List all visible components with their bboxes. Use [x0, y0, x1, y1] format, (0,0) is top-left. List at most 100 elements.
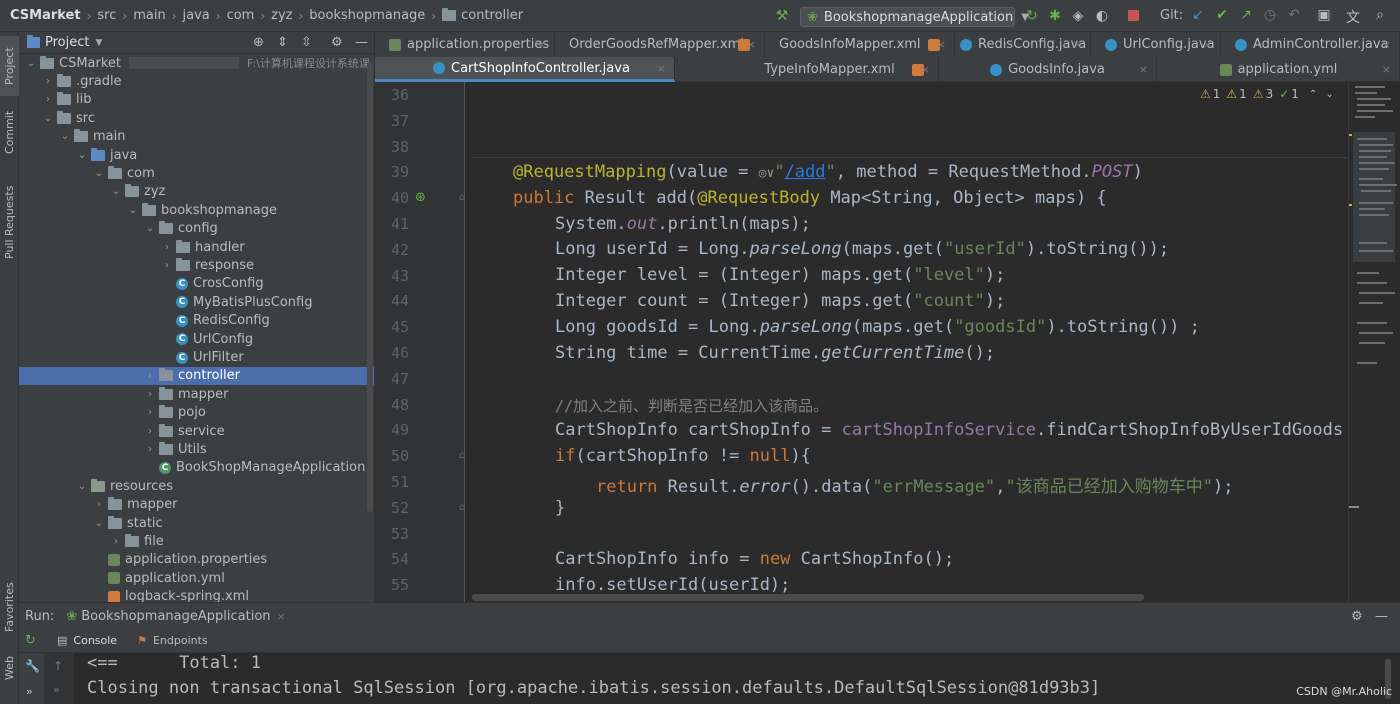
tree-item[interactable]: › lib: [19, 91, 374, 109]
inspection-widget[interactable]: ⚠ 1 ⚠ 1 ⚠ 3 ✓ 1 ⌃ ⌄: [1200, 86, 1348, 102]
breadcrumb-item[interactable]: zyz: [271, 8, 292, 23]
tree-item[interactable]: ⌄ config: [19, 220, 374, 238]
gear-icon[interactable]: ⚙: [1351, 609, 1363, 624]
minimize-icon[interactable]: —: [355, 35, 368, 50]
breadcrumb-current[interactable]: controller: [461, 8, 523, 23]
hammer-icon[interactable]: ⚒: [772, 8, 792, 24]
coverage-icon[interactable]: ◈: [1068, 8, 1088, 24]
chevron-down-icon[interactable]: ▼: [95, 38, 102, 48]
editor-tab[interactable]: GoodsInfo.java ×: [939, 57, 1157, 82]
tree-item[interactable]: › mapper: [19, 496, 374, 514]
tree-item[interactable]: application.properties: [19, 551, 374, 569]
tree-scrollbar[interactable]: [367, 62, 373, 512]
chevron-down-icon[interactable]: ⌄: [59, 131, 71, 142]
git-commit-icon[interactable]: ✔: [1212, 7, 1232, 23]
tab-endpoints[interactable]: Endpoints: [153, 634, 208, 647]
close-icon[interactable]: ×: [747, 38, 756, 51]
tool-tab-commit[interactable]: Commit: [0, 102, 19, 162]
tree-item[interactable]: C UrlFilter: [19, 348, 374, 366]
spring-endpoint-icon[interactable]: ⊛: [415, 190, 426, 205]
code-minimap[interactable]: [1348, 82, 1400, 602]
chevron-right-icon[interactable]: ›: [110, 536, 122, 547]
chevron-down-icon[interactable]: ⌄: [110, 186, 122, 197]
chevron-down-icon[interactable]: ⌄: [42, 113, 54, 124]
close-icon[interactable]: ×: [1382, 38, 1391, 51]
history-icon[interactable]: ◷: [1260, 7, 1280, 23]
breadcrumb-item[interactable]: bookshopmanage: [309, 8, 425, 23]
project-structure-icon[interactable]: ▣: [1314, 7, 1334, 23]
chevron-right-icon[interactable]: ›: [161, 260, 173, 271]
wrench-icon[interactable]: 🔧: [25, 659, 40, 673]
tree-item[interactable]: › .gradle: [19, 72, 374, 90]
chevron-down-icon[interactable]: ⌄: [93, 518, 105, 529]
tree-item[interactable]: C MyBatisPlusConfig: [19, 293, 374, 311]
git-update-icon[interactable]: ↙: [1188, 7, 1208, 23]
close-icon[interactable]: ×: [1139, 63, 1148, 76]
tree-item[interactable]: C CrosConfig: [19, 275, 374, 293]
tree-item[interactable]: ⌄ main: [19, 128, 374, 146]
tree-item[interactable]: logback-spring.xml: [19, 588, 374, 602]
run-config-tab[interactable]: BookshopmanageApplication: [81, 609, 270, 624]
chevron-right-icon[interactable]: ›: [144, 370, 156, 381]
rollback-icon[interactable]: ↶: [1284, 7, 1304, 23]
tree-item[interactable]: ⌄ src: [19, 109, 374, 127]
chevron-down-icon[interactable]: ⌄: [76, 150, 88, 161]
more-icon[interactable]: »: [53, 683, 60, 696]
tree-item[interactable]: › mapper: [19, 385, 374, 403]
chevron-down-icon[interactable]: ⌄: [93, 168, 105, 179]
close-icon[interactable]: ×: [937, 38, 946, 51]
more-icon[interactable]: »: [26, 685, 33, 698]
debug-icon[interactable]: ✱: [1045, 8, 1065, 24]
chevron-right-icon[interactable]: ›: [144, 389, 156, 400]
tree-item[interactable]: ⌄ resources: [19, 477, 374, 495]
tree-item[interactable]: › controller: [19, 366, 374, 386]
collapse-all-icon[interactable]: ⇳: [301, 35, 312, 50]
editor-tab[interactable]: application.yml ×: [1158, 57, 1400, 82]
locate-icon[interactable]: ⊕: [253, 35, 264, 50]
tree-item[interactable]: C UrlConfig: [19, 330, 374, 348]
chevron-down-icon[interactable]: ⌄: [127, 205, 139, 216]
editor-tab[interactable]: AdminController.java ×: [1221, 32, 1400, 57]
tree-item[interactable]: › handler: [19, 238, 374, 256]
git-push-icon[interactable]: ↗: [1236, 7, 1256, 23]
chevron-right-icon[interactable]: ›: [144, 407, 156, 418]
tree-item[interactable]: application.yml: [19, 569, 374, 587]
fold-icon[interactable]: ⌂: [459, 450, 465, 461]
chevron-down-icon[interactable]: ⌄: [76, 481, 88, 492]
breadcrumb-item[interactable]: com: [227, 8, 255, 23]
breadcrumb-project[interactable]: CSMarket: [10, 8, 81, 23]
run-config-select[interactable]: ❀ BookshopmanageApplication ▼: [800, 7, 1029, 27]
tab-console[interactable]: Console: [73, 634, 117, 647]
close-icon[interactable]: ×: [1073, 38, 1082, 51]
editor-tab[interactable]: RedisConfig.java ×: [946, 32, 1091, 57]
tree-item[interactable]: C RedisConfig: [19, 312, 374, 330]
close-icon[interactable]: ×: [1203, 38, 1212, 51]
chevron-right-icon[interactable]: ›: [144, 426, 156, 437]
tree-item[interactable]: › response: [19, 256, 374, 274]
editor-tab[interactable]: TypeInfoMapper.xml ×: [721, 57, 939, 82]
chevron-right-icon[interactable]: ›: [93, 499, 105, 510]
breadcrumb-item[interactable]: src: [97, 8, 116, 23]
tree-item[interactable]: ⌄ zyz: [19, 183, 374, 201]
chevron-down-icon[interactable]: ⌄: [144, 223, 156, 234]
editor-tab[interactable]: GoodsInfoMapper.xml ×: [765, 32, 955, 57]
tree-item[interactable]: › pojo: [19, 404, 374, 422]
tree-item[interactable]: C BookShopManageApplication: [19, 459, 374, 477]
project-panel-title[interactable]: Project: [45, 35, 89, 50]
gear-icon[interactable]: ⚙: [331, 35, 343, 50]
tree-item[interactable]: ⌄ CSMarket F:\计算机课程设计系统课: [19, 54, 374, 72]
search-icon[interactable]: ⌕: [1370, 7, 1390, 23]
tool-tab-favorites[interactable]: Favorites: [0, 572, 19, 642]
chevron-right-icon[interactable]: ›: [161, 242, 173, 253]
tree-item[interactable]: › service: [19, 422, 374, 440]
chevron-right-icon[interactable]: ›: [42, 76, 54, 87]
stop-icon[interactable]: [1128, 10, 1139, 21]
breadcrumb-item[interactable]: java: [183, 8, 210, 23]
arrow-up-icon[interactable]: ↑: [53, 659, 63, 673]
fold-icon[interactable]: ⌂: [459, 192, 465, 203]
close-icon[interactable]: ×: [921, 63, 930, 76]
tree-item[interactable]: ⌄ static: [19, 514, 374, 532]
expand-all-icon[interactable]: ⇕: [277, 35, 288, 50]
horizontal-scrollbar[interactable]: [472, 594, 1144, 601]
breadcrumb-item[interactable]: main: [133, 8, 165, 23]
